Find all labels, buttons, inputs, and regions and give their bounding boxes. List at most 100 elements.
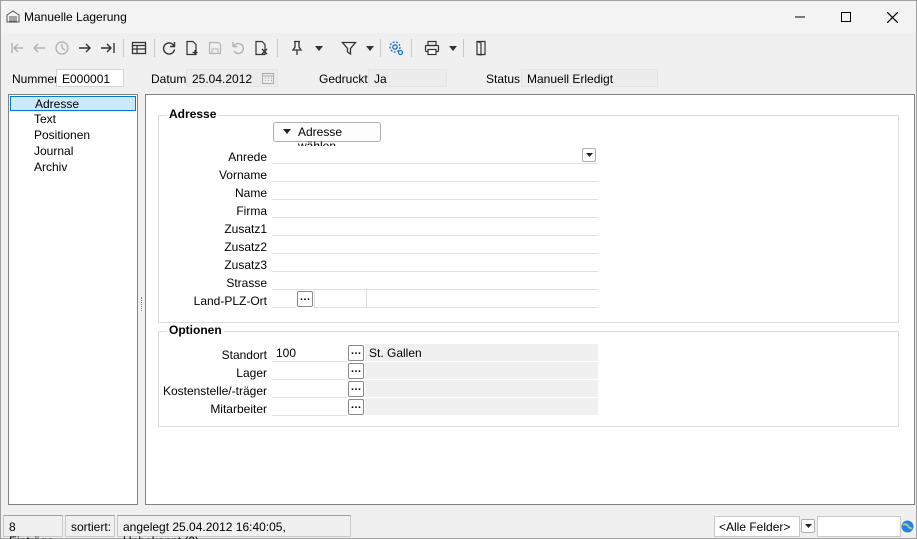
close-button[interactable] xyxy=(869,1,915,33)
datum-field[interactable]: 25.04.2012 xyxy=(186,69,278,87)
mitarbeiter-lookup-button[interactable]: … xyxy=(348,399,364,415)
ort-input[interactable] xyxy=(366,290,598,308)
kostenstelle-label: Kostenstelle/-träger xyxy=(162,384,267,398)
status-bar: 8 Einträge sortiert: angelegt 25.04.2012… xyxy=(1,513,916,539)
globe-search-icon[interactable] xyxy=(901,520,914,533)
nav-item-text[interactable]: Text xyxy=(10,112,136,127)
strasse-input[interactable] xyxy=(272,272,598,290)
filter-button[interactable] xyxy=(338,37,360,59)
anrede-select[interactable] xyxy=(272,146,598,164)
strasse-label: Strasse xyxy=(226,276,267,290)
app-window: Manuelle Lagerung Nummer E000001 Datum 2… xyxy=(0,0,917,539)
undo-button[interactable] xyxy=(227,37,249,59)
last-record-button[interactable] xyxy=(97,37,119,59)
new-document-button[interactable] xyxy=(181,37,203,59)
mitarbeiter-label: Mitarbeiter xyxy=(210,402,267,416)
field-filter-dropdown-button[interactable] xyxy=(801,519,815,533)
zusatz1-label: Zusatz1 xyxy=(224,222,267,236)
created-info: angelegt 25.04.2012 16:40:05, Unbekannt … xyxy=(117,515,351,539)
zusatz2-input[interactable] xyxy=(272,236,598,254)
history-button[interactable] xyxy=(51,37,73,59)
pin-dropdown-arrow[interactable] xyxy=(314,37,324,59)
firma-label: Firma xyxy=(236,204,267,218)
main-panel: Adresse Adresse wählen Anrede Vorname Na… xyxy=(145,94,915,505)
table-view-icon xyxy=(131,41,147,55)
settings-icon xyxy=(389,41,404,56)
land-input[interactable] xyxy=(272,290,296,308)
mitarbeiter-input[interactable] xyxy=(272,398,347,416)
exit-button[interactable] xyxy=(470,37,492,59)
delete-document-button[interactable] xyxy=(250,37,272,59)
nav-item-archiv[interactable]: Archiv xyxy=(10,160,136,175)
next-record-icon xyxy=(79,43,91,53)
lager-input[interactable] xyxy=(272,362,347,380)
chevron-down-icon xyxy=(804,524,812,528)
close-icon xyxy=(886,11,898,23)
kostenstelle-input[interactable] xyxy=(272,380,347,398)
standort-lookup-button[interactable]: … xyxy=(348,345,364,361)
nummer-field[interactable]: E000001 xyxy=(56,69,124,87)
settings-button[interactable] xyxy=(385,37,407,59)
status-label: Status xyxy=(486,72,521,86)
name-input[interactable] xyxy=(272,182,598,200)
warehouse-icon xyxy=(6,10,20,23)
adresse-waehlen-button[interactable]: Adresse wählen xyxy=(273,122,381,153)
save-button[interactable] xyxy=(204,37,226,59)
plz-input[interactable] xyxy=(314,290,366,308)
search-input[interactable] xyxy=(817,516,901,537)
next-record-button[interactable] xyxy=(74,37,96,59)
pin-button[interactable] xyxy=(286,37,308,59)
adresse-group-title: Adresse xyxy=(167,107,219,121)
name-label: Name xyxy=(234,186,267,200)
chevron-down-icon xyxy=(283,129,291,134)
standort-label: Standort xyxy=(221,348,267,362)
zusatz3-input[interactable] xyxy=(272,254,598,272)
table-view-button[interactable] xyxy=(128,37,150,59)
exit-icon xyxy=(476,40,486,56)
sort-indicator: sortiert: xyxy=(65,515,115,537)
zusatz2-label: Zusatz2 xyxy=(224,240,267,254)
toolbar-separator xyxy=(123,39,124,57)
optionen-group-title: Optionen xyxy=(167,323,224,337)
firma-input[interactable] xyxy=(272,200,598,218)
field-filter-select[interactable]: <Alle Felder> xyxy=(714,516,800,537)
zusatz1-input[interactable] xyxy=(272,218,598,236)
toolbar-separator xyxy=(154,39,155,57)
land-lookup-button[interactable]: … xyxy=(297,291,313,307)
lager-lookup-button[interactable]: … xyxy=(348,363,364,379)
chevron-down-icon xyxy=(315,45,323,51)
entries-count: 8 Einträge xyxy=(3,515,63,539)
print-button[interactable] xyxy=(421,37,443,59)
standort-description: St. Gallen xyxy=(365,344,598,362)
first-record-button[interactable] xyxy=(6,37,28,59)
standort-input[interactable]: 100 xyxy=(272,344,347,362)
nummer-label: Nummer xyxy=(12,72,59,86)
minimize-button[interactable] xyxy=(777,1,823,33)
maximize-icon xyxy=(841,12,851,22)
pin-icon xyxy=(291,40,303,55)
anrede-dropdown-button[interactable] xyxy=(582,148,596,162)
anrede-label: Anrede xyxy=(228,150,267,164)
calendar-icon[interactable] xyxy=(262,72,274,84)
nav-item-journal[interactable]: Journal xyxy=(10,144,136,159)
refresh-button[interactable] xyxy=(158,37,180,59)
section-nav: Adresse Text Positionen Journal Archiv xyxy=(8,94,138,505)
last-record-icon xyxy=(101,43,115,53)
kostenstelle-lookup-button[interactable]: … xyxy=(348,381,364,397)
gedruckt-field: Ja xyxy=(368,69,447,87)
nav-item-adresse[interactable]: Adresse xyxy=(10,96,136,111)
nav-item-positionen[interactable]: Positionen xyxy=(10,128,136,143)
filter-dropdown-arrow[interactable] xyxy=(365,37,375,59)
toolbar-separator xyxy=(463,39,464,57)
maximize-button[interactable] xyxy=(823,1,869,33)
vorname-label: Vorname xyxy=(218,168,267,182)
vorname-input[interactable] xyxy=(272,164,598,182)
refresh-icon xyxy=(162,42,176,55)
chevron-down-icon xyxy=(449,45,457,51)
toolbar-separator xyxy=(277,39,278,57)
title-bar: Manuelle Lagerung xyxy=(1,1,916,33)
print-dropdown-arrow[interactable] xyxy=(448,37,458,59)
chevron-down-icon xyxy=(366,45,374,51)
previous-record-button[interactable] xyxy=(28,37,50,59)
mitarbeiter-description xyxy=(365,398,598,416)
